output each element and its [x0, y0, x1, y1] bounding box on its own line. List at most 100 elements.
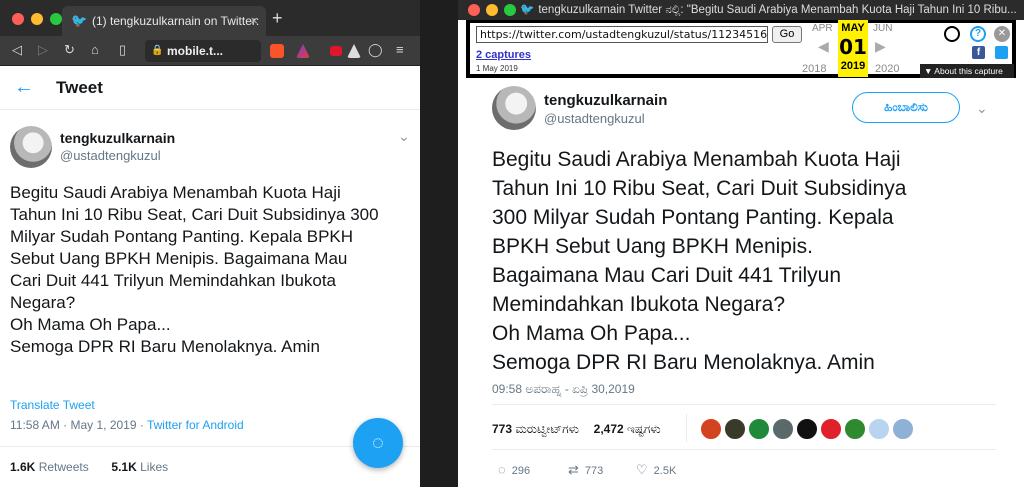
liker-avatar[interactable] [748, 418, 770, 440]
lock-icon: 🔒 [151, 45, 164, 56]
user-handle[interactable]: @ustadtengkuzul [544, 111, 645, 126]
chevron-down-icon[interactable]: ⌄ [398, 128, 410, 145]
divider [686, 414, 687, 442]
user-name[interactable]: tengkuzulkarnain [544, 92, 667, 109]
left-browser-window: 🐦 (1) tengkuzulkarnain on Twitter: × + ◁… [0, 0, 420, 487]
retweet-count[interactable]: 773 [492, 422, 512, 436]
user-account-icon[interactable] [944, 26, 960, 42]
liker-avatar[interactable] [700, 418, 722, 440]
next-year-label[interactable]: 2020 [875, 63, 899, 75]
twitter-bird-icon: 🐦 [520, 4, 535, 16]
tweet-line: Tahun Ini 10 Ribu Seat, Cari Duit Subsid… [492, 177, 907, 200]
captures-link[interactable]: 2 captures [476, 49, 531, 61]
page-title: Tweet [56, 78, 103, 97]
tweet-line: Tahun Ini 10 Ribu Seat, Cari Duit Subsid… [10, 205, 379, 224]
translate-link[interactable]: Translate Tweet [10, 398, 95, 412]
close-window-button[interactable] [12, 13, 24, 25]
facebook-icon[interactable]: f [972, 46, 985, 59]
liker-avatar[interactable] [820, 418, 842, 440]
mendeley-icon[interactable] [330, 46, 342, 56]
next-month-label[interactable]: JUN [873, 23, 892, 34]
current-day: 01 [839, 35, 867, 59]
wayback-toolbar: https://twitter.com/ustadtengkuzul/statu… [466, 20, 1016, 78]
user-handle[interactable]: @ustadtengkuzul [60, 148, 161, 163]
reply-fab-button[interactable]: ◌ [353, 418, 403, 468]
tweet-line: Memindahkan Ibukota Negara? [492, 293, 786, 316]
reload-icon[interactable]: ↻ [64, 42, 75, 58]
wayback-url-input[interactable]: https://twitter.com/ustadtengkuzul/statu… [476, 26, 768, 43]
tweet-time[interactable]: 09:58 ಅಪರಾಹ್ನ - ಏಪ್ರಿ 30,2019 [492, 382, 635, 397]
tab-title: (1) tengkuzulkarnain on Twitter: [92, 14, 260, 28]
tweet-line: 300 Milyar Sudah Pontang Panting. Kepala [492, 206, 894, 229]
close-tab-icon[interactable]: × [250, 6, 258, 36]
follow-button[interactable]: ಹಿಂಬಾಲಿಸು [852, 92, 960, 123]
tweet-line: Oh Mama Oh Papa... [10, 315, 171, 334]
go-button[interactable]: Go [772, 26, 802, 43]
retweet-count[interactable]: 1.6K [10, 460, 35, 474]
zoom-window-button[interactable] [50, 13, 62, 25]
next-capture-arrow-icon[interactable]: ▶ [875, 38, 886, 55]
chevron-down-icon[interactable]: ⌄ [976, 100, 988, 117]
new-tab-button[interactable]: + [272, 9, 283, 27]
tweet-source-link[interactable]: Twitter for Android [147, 418, 244, 432]
tweet-line: Sebut Uang BPKH Menipis. Bagaimana Mau [10, 249, 348, 268]
liker-avatar[interactable] [868, 418, 890, 440]
tweet-line: BPKH Sebut Uang BPKH Menipis. [492, 235, 813, 258]
like-count[interactable]: 2,472 [594, 422, 624, 436]
close-window-button[interactable] [468, 4, 480, 16]
twitter-share-icon[interactable] [995, 46, 1008, 59]
retweet-action[interactable]: ⇄ 773 [568, 462, 603, 478]
liker-avatar[interactable] [844, 418, 866, 440]
minimize-window-button[interactable] [486, 4, 498, 16]
tweet-line: Milyar Sudah Pontang Panting. Kepala BPK… [10, 227, 354, 246]
account-icon[interactable]: ◯ [368, 42, 383, 58]
tweet-text: Begitu Saudi Arabiya Menambah Kuota Haji… [492, 145, 1012, 377]
liker-avatar[interactable] [892, 418, 914, 440]
tweet-line: Cari Duit 441 Trilyun Memindahkan Ibukot… [10, 271, 336, 290]
divider [492, 449, 996, 450]
avatar[interactable] [10, 126, 52, 168]
back-nav-icon[interactable]: ◁ [12, 42, 22, 58]
home-icon[interactable]: ⌂ [91, 42, 99, 58]
help-icon[interactable]: ? [970, 26, 986, 42]
close-icon[interactable]: ✕ [994, 26, 1010, 42]
brave-rewards-icon[interactable] [296, 44, 310, 58]
minimize-window-button[interactable] [31, 13, 43, 25]
forward-nav-icon[interactable]: ▷ [38, 42, 48, 58]
like-count[interactable]: 5.1K [111, 460, 136, 474]
browser-tab[interactable]: 🐦 (1) tengkuzulkarnain on Twitter: × [62, 6, 266, 36]
twitter-bird-icon: 🐦 [71, 13, 88, 28]
address-text: mobile.t... [167, 44, 224, 58]
retweet-label: ಮರುಟ್ವೀಟ್‌ಗಳು [512, 422, 579, 436]
prev-year-label[interactable]: 2018 [802, 63, 826, 75]
address-bar[interactable]: 🔒 mobile.t... [145, 40, 261, 62]
extension-icon[interactable] [347, 44, 361, 58]
retweet-icon: ⇄ [568, 462, 579, 477]
like-action[interactable]: ♡ 2.5K [636, 462, 676, 478]
tweet-text: Begitu Saudi Arabiya Menambah Kuota Haji… [10, 182, 410, 358]
browser-toolbar: ◁ ▷ ↻ ⌂ ▯ 🔒 mobile.t... ◯ ≡ [0, 36, 420, 66]
liker-avatar[interactable] [772, 418, 794, 440]
heart-icon: ♡ [636, 462, 648, 477]
prev-capture-arrow-icon[interactable]: ◀ [818, 38, 829, 55]
tweet-line: Begitu Saudi Arabiya Menambah Kuota Haji [10, 183, 341, 202]
liker-avatar[interactable] [724, 418, 746, 440]
back-arrow-icon[interactable]: ← [14, 76, 34, 99]
brave-shield-icon[interactable] [270, 44, 284, 58]
prev-month-label[interactable]: APR [812, 23, 833, 34]
tweet-time: 11:58 AM · May 1, 2019 · [10, 418, 147, 432]
reply-action[interactable]: ◌ 296 [498, 462, 530, 477]
tweet-line: Oh Mama Oh Papa... [492, 322, 691, 345]
liker-avatar[interactable] [796, 418, 818, 440]
tweet-line: Semoga DPR RI Baru Menolaknya. Amin [492, 351, 875, 374]
bookmark-icon[interactable]: ▯ [119, 42, 126, 58]
zoom-window-button[interactable] [504, 4, 516, 16]
retweet-label: Retweets [35, 460, 89, 474]
tweet-stats: 773 ಮರುಟ್ವೀಟ್‌ಗಳು 2,472 ಇಷ್ಟಗಳು [492, 422, 661, 437]
menu-icon[interactable]: ≡ [396, 42, 404, 58]
about-capture-button[interactable]: ▼ About this capture [920, 64, 1014, 78]
avatar[interactable] [492, 86, 536, 130]
divider [492, 404, 996, 405]
user-name[interactable]: tengkuzulkarnain [60, 130, 175, 146]
like-action-count: 2.5K [653, 465, 677, 477]
